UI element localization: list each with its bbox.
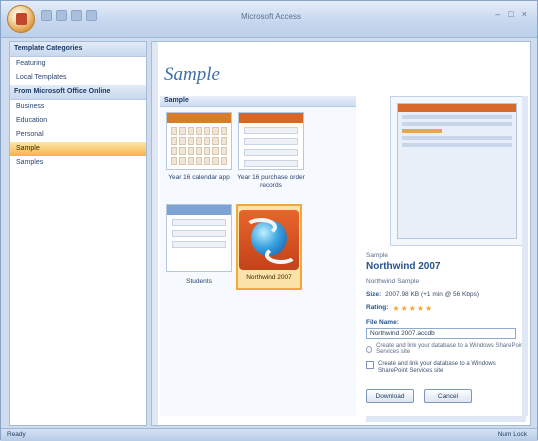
preview-title-bar: [398, 104, 516, 112]
close-icon[interactable]: ×: [522, 9, 527, 19]
form-line: [244, 149, 298, 156]
sidebar-item-education[interactable]: Education: [10, 114, 146, 128]
preview-screenshot: [397, 103, 517, 239]
sidebar-item-personal[interactable]: Personal: [10, 128, 146, 142]
sidebar-header: Template Categories: [10, 42, 146, 57]
template-thumb-students[interactable]: [166, 204, 232, 272]
preview-row: [402, 122, 512, 126]
main-content: Sample Sample Year 16 calendar app Year …: [151, 41, 531, 426]
office-button[interactable]: [7, 5, 35, 33]
status-text: Ready: [7, 431, 26, 438]
size-label: Size:: [366, 291, 382, 298]
form-line: [244, 160, 298, 167]
page-title: Sample: [164, 64, 220, 85]
sidebar-item-featuring[interactable]: Featuring: [10, 57, 146, 71]
refresh-arrow-icon: [265, 246, 297, 264]
preview-row: [402, 129, 442, 133]
download-button[interactable]: Download: [366, 389, 414, 403]
quick-access-toolbar: [41, 10, 97, 21]
calendar-grid: [171, 127, 227, 165]
detail-provider: Sample: [366, 252, 389, 259]
maximize-icon[interactable]: □: [508, 9, 513, 19]
template-categories-sidebar: Template Categories Featuring Local Temp…: [9, 41, 147, 426]
access-window: Microsoft Access – □ × Template Categori…: [0, 0, 538, 441]
form-header-bar: [239, 113, 303, 123]
template-label-northwind: Northwind 2007: [246, 274, 292, 281]
form-line: [172, 230, 226, 237]
rating-label: Rating:: [366, 304, 389, 311]
minimize-icon[interactable]: –: [495, 9, 500, 19]
dialog-buttons: Download Cancel: [366, 389, 526, 403]
customize-toolbar-icon[interactable]: [86, 10, 97, 21]
link-option-label: Create and link your database to a Windo…: [376, 343, 526, 355]
sidebar-item-business[interactable]: Business: [10, 100, 146, 114]
templates-panel: Sample Year 16 calendar app Year 16 purc…: [160, 96, 356, 416]
redo-icon[interactable]: [71, 10, 82, 21]
detail-title: Northwind 2007: [366, 261, 441, 272]
template-details: Sample Northwind 2007 Northwind Sample S…: [366, 252, 526, 403]
window-title: Microsoft Access: [240, 12, 301, 21]
status-bar: Ready Num Lock: [1, 428, 537, 441]
form-line: [244, 138, 298, 145]
file-name-row: File Name:: [366, 319, 526, 326]
form-line: [172, 241, 226, 248]
left-scrollbar[interactable]: [152, 42, 158, 425]
template-label-calendar[interactable]: Year 16 calendar app: [163, 174, 235, 182]
sharepoint-checkbox[interactable]: [366, 361, 374, 369]
link-option-row[interactable]: Create and link your database to a Windo…: [366, 343, 526, 355]
preview-row: [402, 143, 512, 147]
sidebar-item-sample[interactable]: Sample: [10, 142, 146, 156]
template-thumb-calendar[interactable]: [166, 112, 232, 170]
sidebar-section-header: From Microsoft Office Online: [10, 85, 146, 100]
file-name-input[interactable]: [366, 328, 516, 339]
size-value: 2007.98 KB (+1 min @ 56 Kbps): [385, 291, 480, 298]
northwind-app-icon: [239, 210, 299, 270]
detail-size-row: Size: 2007.98 KB (+1 min @ 56 Kbps): [366, 291, 526, 298]
detail-rating-row: Rating: ★★★★★: [366, 304, 526, 313]
detail-subtitle: Northwind Sample: [366, 278, 420, 285]
template-thumb-purchase-order[interactable]: [238, 112, 304, 170]
link-option-radio[interactable]: [366, 345, 373, 353]
students-header-bar: [167, 205, 231, 215]
num-lock-indicator: Num Lock: [497, 431, 527, 438]
right-scrollbar[interactable]: [522, 96, 528, 416]
template-label-students[interactable]: Students: [163, 278, 235, 286]
sidebar-item-local-templates[interactable]: Local Templates: [10, 71, 146, 85]
rating-stars-icon[interactable]: ★★★★★: [392, 304, 433, 313]
sharepoint-option-row[interactable]: Create and link your database to a Windo…: [366, 361, 526, 375]
form-line: [244, 127, 298, 134]
template-preview: [390, 96, 524, 246]
templates-panel-header: Sample: [160, 96, 356, 107]
title-bar: Microsoft Access – □ ×: [1, 1, 537, 38]
template-label-purchase-order[interactable]: Year 16 purchase order records: [235, 174, 307, 190]
cancel-button[interactable]: Cancel: [424, 389, 472, 403]
undo-icon[interactable]: [56, 10, 67, 21]
form-line: [172, 219, 226, 226]
sidebar-item-samples[interactable]: Samples: [10, 156, 146, 170]
preview-row: [402, 115, 512, 119]
template-thumb-northwind[interactable]: Northwind 2007: [236, 204, 302, 290]
preview-row: [402, 136, 512, 140]
sharepoint-option-label: Create and link your database to a Windo…: [378, 361, 496, 374]
window-controls: – □ ×: [495, 9, 527, 19]
file-name-label: File Name:: [366, 319, 399, 326]
save-icon[interactable]: [41, 10, 52, 21]
refresh-arrow-icon: [245, 218, 277, 236]
horizontal-scrollbar[interactable]: [366, 416, 526, 422]
calendar-header-bar: [167, 113, 231, 123]
